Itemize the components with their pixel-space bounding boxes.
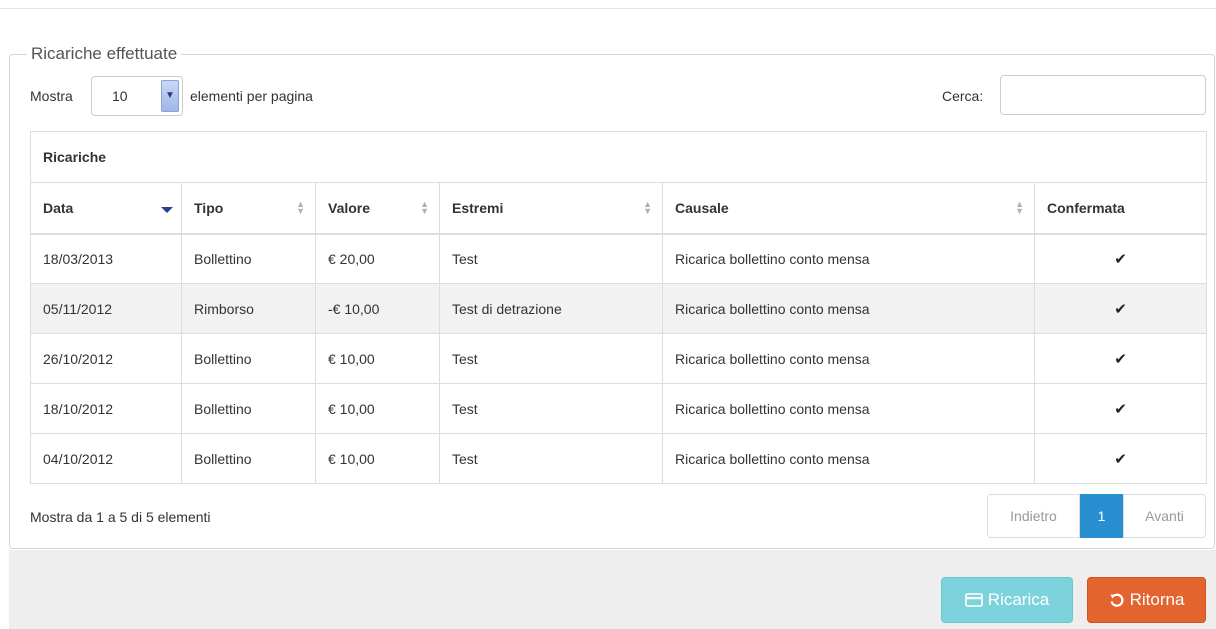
checkmark-icon: ✔ (1033, 233, 1208, 284)
cell-estremi: Test (439, 333, 663, 384)
cell-estremi: Test di detrazione (439, 283, 663, 334)
table-row[interactable]: 04/10/2012 Bollettino € 10,00 Test Ricar… (30, 433, 1208, 484)
cell-estremi: Test (439, 433, 663, 484)
cell-causale: Ricarica bollettino conto mensa (662, 383, 1035, 434)
column-header-label: Valore (328, 199, 371, 216)
column-header-tipo[interactable]: Tipo ▲ ▼ (181, 182, 316, 235)
column-header-label: Confermata (1047, 199, 1125, 216)
checkmark-icon: ✔ (1033, 333, 1208, 384)
cell-estremi: Test (439, 233, 663, 284)
pagination: Indietro 1 Avanti (987, 494, 1206, 538)
recharges-table: Ricariche Data Tipo ▲ ▼ Valore ▲ ▼ Estremi… (29, 131, 1208, 484)
length-prefix-label: Mostra (30, 88, 73, 104)
cell-tipo: Bollettino (181, 383, 316, 434)
search-input[interactable] (1000, 75, 1206, 115)
table-info: Mostra da 1 a 5 di 5 elementi (30, 509, 211, 525)
sort-both-icon: ▲ ▼ (420, 199, 429, 216)
page-length-select[interactable]: 10 ▼ (91, 76, 183, 116)
sort-both-icon: ▲ ▼ (1015, 199, 1024, 216)
table-header-row: Data Tipo ▲ ▼ Valore ▲ ▼ Estremi ▲ ▼ Causal… (30, 182, 1208, 235)
column-header-label: Data (43, 199, 74, 216)
cell-valore: € 10,00 (315, 333, 440, 384)
ritorna-button-label: Ritorna (1129, 590, 1185, 609)
cell-valore: € 10,00 (315, 383, 440, 434)
ricarica-button[interactable]: Ricarica (941, 577, 1073, 623)
pagination-next-button[interactable]: Avanti (1123, 494, 1206, 538)
sort-both-icon: ▲ ▼ (643, 199, 652, 216)
cell-estremi: Test (439, 383, 663, 434)
table-row[interactable]: 18/03/2013 Bollettino € 20,00 Test Ricar… (30, 233, 1208, 284)
cell-data: 18/10/2012 (30, 383, 182, 434)
cell-data: 04/10/2012 (30, 433, 182, 484)
sort-both-icon: ▲ ▼ (296, 199, 305, 216)
column-header-causale[interactable]: Causale ▲ ▼ (662, 182, 1035, 235)
cell-valore: -€ 10,00 (315, 283, 440, 334)
pagination-page-1[interactable]: 1 (1080, 494, 1123, 538)
column-header-label: Estremi (452, 199, 504, 216)
cell-causale: Ricarica bollettino conto mensa (662, 233, 1035, 284)
cell-data: 18/03/2013 (30, 233, 182, 284)
cell-tipo: Bollettino (181, 333, 316, 384)
column-header-label: Tipo (194, 199, 224, 216)
table-caption-row: Ricariche (29, 131, 1208, 183)
table-row[interactable]: 18/10/2012 Bollettino € 10,00 Test Ricar… (30, 383, 1208, 434)
table-row[interactable]: 05/11/2012 Rimborso -€ 10,00 Test di det… (30, 283, 1208, 334)
cell-tipo: Rimborso (181, 283, 316, 334)
cell-data: 26/10/2012 (30, 333, 182, 384)
cell-causale: Ricarica bollettino conto mensa (662, 333, 1035, 384)
pagination-prev-button[interactable]: Indietro (987, 494, 1080, 538)
panel-legend: Ricariche effettuate (31, 44, 178, 63)
column-header-confermata: Confermata (1033, 182, 1208, 235)
search-label: Cerca: (942, 88, 984, 104)
column-header-valore[interactable]: Valore ▲ ▼ (315, 182, 440, 235)
ritorna-button[interactable]: Ritorna (1087, 577, 1206, 623)
column-header-data[interactable]: Data (30, 182, 182, 235)
sort-desc-icon (161, 207, 173, 213)
page-length-value: 10 (112, 88, 128, 104)
undo-icon (1109, 592, 1125, 608)
ricarica-button-label: Ricarica (987, 590, 1050, 609)
top-divider (0, 8, 1216, 9)
table-caption: Ricariche (29, 131, 1208, 183)
length-suffix-label: elementi per pagina (190, 88, 313, 104)
cell-tipo: Bollettino (181, 433, 316, 484)
column-header-estremi[interactable]: Estremi ▲ ▼ (439, 182, 663, 235)
column-header-label: Causale (675, 199, 729, 216)
credit-card-icon (964, 593, 983, 607)
cell-valore: € 20,00 (315, 233, 440, 284)
chevron-down-icon[interactable]: ▼ (161, 80, 179, 112)
checkmark-icon: ✔ (1033, 433, 1208, 484)
cell-tipo: Bollettino (181, 233, 316, 284)
table-row[interactable]: 26/10/2012 Bollettino € 10,00 Test Ricar… (30, 333, 1208, 384)
cell-data: 05/11/2012 (30, 283, 182, 334)
cell-causale: Ricarica bollettino conto mensa (662, 433, 1035, 484)
checkmark-icon: ✔ (1033, 283, 1208, 334)
cell-valore: € 10,00 (315, 433, 440, 484)
checkmark-icon: ✔ (1033, 383, 1208, 434)
cell-causale: Ricarica bollettino conto mensa (662, 283, 1035, 334)
